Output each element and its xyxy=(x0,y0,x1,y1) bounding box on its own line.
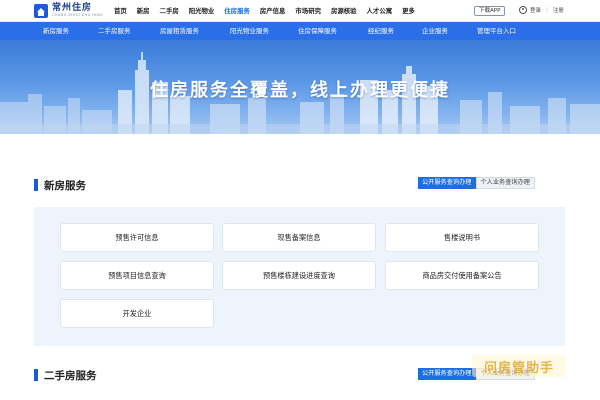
card-spot-sale-record[interactable]: 现售备案信息 xyxy=(222,223,376,252)
nav-listing-verify[interactable]: 房源核验 xyxy=(331,0,357,22)
subnav-new-house-service[interactable]: 新房服务 xyxy=(43,22,69,40)
login-link[interactable]: 登录 xyxy=(530,6,541,14)
watermark-text: 问房管助手 xyxy=(483,360,554,376)
main-nav: 首页 新房 二手房 阳光物业 住房服务 房产信息 市场研究 房源核验 人才公寓 … xyxy=(114,0,425,22)
card-delivery-record-notice[interactable]: 商品房交付使用备案公告 xyxy=(385,261,539,290)
section-accent-bar xyxy=(34,369,38,381)
subnav-broker-service[interactable]: 经纪服务 xyxy=(368,22,394,40)
nav-talent-apartment[interactable]: 人才公寓 xyxy=(367,0,393,22)
subnav-second-hand-service[interactable]: 二手房服务 xyxy=(98,22,131,40)
login-area: 登录 | 注册 xyxy=(519,6,564,14)
tab-public-service[interactable]: 公开服务查询办理 xyxy=(418,177,476,189)
logo-title: 常州住房 xyxy=(52,3,93,14)
subnav-admin-portal[interactable]: 管理平台入口 xyxy=(477,22,516,40)
nav-property[interactable]: 阳光物业 xyxy=(189,0,215,22)
nav-second-hand[interactable]: 二手房 xyxy=(160,0,179,22)
card-presale-project-query[interactable]: 预售项目信息查询 xyxy=(60,261,214,290)
subnav-property-service[interactable]: 阳光物业服务 xyxy=(230,22,269,40)
house-logo-icon xyxy=(34,4,48,18)
subnav-rental-service[interactable]: 房屋租赁服务 xyxy=(160,22,199,40)
nav-more[interactable]: 更多 xyxy=(402,0,415,22)
service-subnav: 新房服务 二手房服务 房屋租赁服务 阳光物业服务 住房保障服务 经纪服务 企业服… xyxy=(0,22,600,40)
hero-banner: 住房服务全覆盖，线上办理更便捷 xyxy=(0,40,600,134)
nav-housing-service[interactable]: 住房服务 xyxy=(224,0,250,22)
watermark-overlay: 问房管助手 xyxy=(472,355,566,377)
section-title: 二手房服务 xyxy=(44,369,97,382)
register-link[interactable]: 注册 xyxy=(553,6,564,14)
nav-property-info[interactable]: 房产信息 xyxy=(260,0,286,22)
new-house-service-panel: 预售许可信息 现售备案信息 售楼说明书 预售项目信息查询 预售楼栋建设进度查询 … xyxy=(34,207,565,346)
nav-market-research[interactable]: 市场研究 xyxy=(295,0,321,22)
logo-subtitle: CHANG ZHOU ZHU FANG xyxy=(52,13,104,18)
section-title: 新房服务 xyxy=(44,179,86,192)
subnav-security-service[interactable]: 住房保障服务 xyxy=(298,22,337,40)
card-sales-brochure[interactable]: 售楼说明书 xyxy=(385,223,539,252)
nav-home[interactable]: 首页 xyxy=(114,0,127,22)
user-icon xyxy=(519,6,527,14)
site-logo[interactable]: 常州住房 CHANG ZHOU ZHU FANG xyxy=(34,3,103,19)
login-divider: | xyxy=(546,7,548,13)
card-building-progress-query[interactable]: 预售楼栋建设进度查询 xyxy=(222,261,376,290)
section-second-hand-header: 二手房服务 xyxy=(34,367,97,383)
tab-public-service[interactable]: 公开服务查询办理 xyxy=(418,368,476,380)
top-navbar: 常州住房 CHANG ZHOU ZHU FANG 首页 新房 二手房 阳光物业 … xyxy=(0,0,600,22)
download-app-button[interactable]: 下载APP xyxy=(474,6,506,16)
section-new-house-header: 新房服务 xyxy=(34,177,86,193)
subnav-enterprise-service[interactable]: 企业服务 xyxy=(422,22,448,40)
main-content: 新房服务 公开服务查询办理 个人业务查询办理 预售许可信息 现售备案信息 售楼说… xyxy=(0,134,600,400)
card-presale-permit[interactable]: 预售许可信息 xyxy=(60,223,214,252)
section-accent-bar xyxy=(34,179,38,191)
section-new-house-tabs: 公开服务查询办理 个人业务查询办理 xyxy=(418,177,535,189)
tab-personal-service[interactable]: 个人业务查询办理 xyxy=(475,177,535,189)
banner-title: 住房服务全覆盖，线上办理更便捷 xyxy=(150,80,450,101)
card-developer[interactable]: 开发企业 xyxy=(60,299,214,328)
nav-new-house[interactable]: 新房 xyxy=(137,0,150,22)
